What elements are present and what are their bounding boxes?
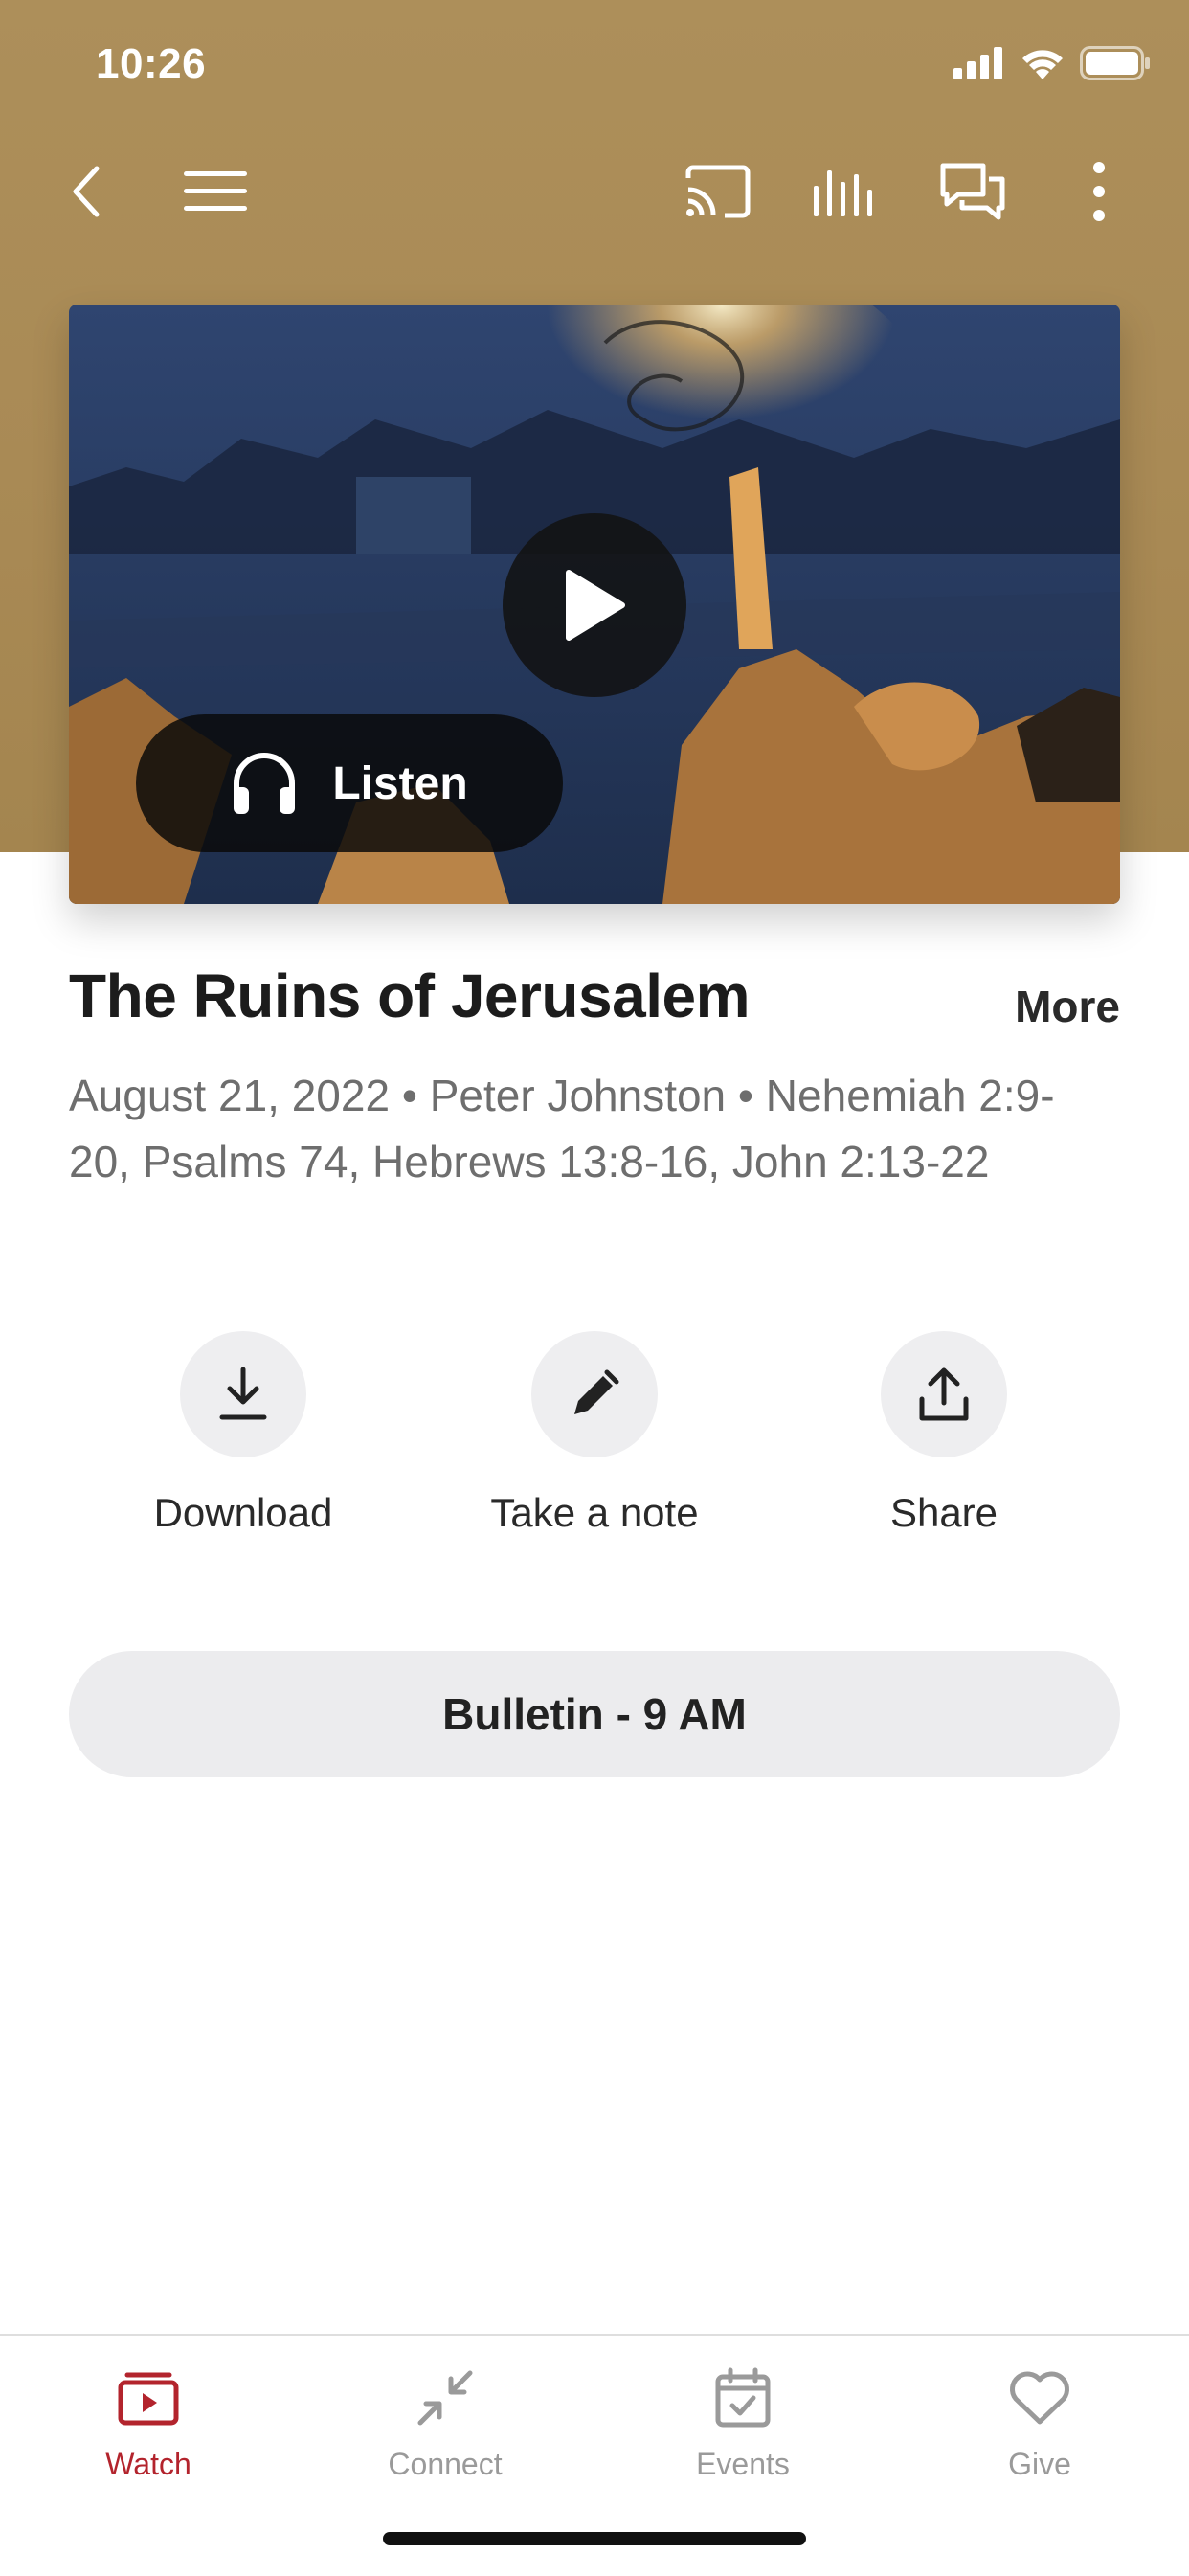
more-options-button[interactable] xyxy=(1051,144,1147,239)
tab-give-label: Give xyxy=(1008,2447,1071,2481)
audio-bars-icon xyxy=(814,170,872,216)
chat-button[interactable] xyxy=(925,144,1021,239)
wifi-icon xyxy=(1022,50,1063,79)
bulletin-button[interactable]: Bulletin - 9 AM xyxy=(69,1651,1120,1777)
tab-events-label: Events xyxy=(696,2447,790,2481)
share-action[interactable]: Share xyxy=(800,1331,1088,1536)
audio-button[interactable] xyxy=(797,144,893,239)
menu-button[interactable] xyxy=(168,144,263,239)
play-button[interactable] xyxy=(503,513,686,697)
status-time: 10:26 xyxy=(96,40,207,87)
play-icon xyxy=(566,570,625,641)
top-toolbar xyxy=(0,144,1189,239)
more-vertical-icon xyxy=(1093,162,1105,221)
menu-icon xyxy=(184,171,247,211)
status-bar: 10:26 xyxy=(0,0,1189,134)
headphones-icon xyxy=(234,753,296,814)
connect-icon xyxy=(417,2370,473,2426)
cast-button[interactable] xyxy=(670,144,766,239)
share-circle xyxy=(881,1331,1007,1457)
tab-give[interactable]: Give xyxy=(934,2355,1145,2482)
download-circle xyxy=(180,1331,306,1457)
tab-events[interactable]: Events xyxy=(638,2355,848,2482)
listen-label: Listen xyxy=(332,757,468,809)
chat-icon xyxy=(940,163,1005,220)
calendar-icon-wrap xyxy=(638,2355,848,2441)
cast-icon xyxy=(685,165,751,218)
connect-icon-wrap xyxy=(340,2355,550,2441)
tab-watch-label: Watch xyxy=(105,2447,191,2481)
back-button[interactable] xyxy=(40,144,136,239)
download-action[interactable]: Download xyxy=(100,1331,387,1536)
share-label: Share xyxy=(889,1490,998,1535)
tab-connect[interactable]: Connect xyxy=(340,2355,550,2482)
sermon-meta: August 21, 2022 • Peter Johnston • Nehem… xyxy=(69,1071,1055,1186)
tab-watch[interactable]: Watch xyxy=(43,2355,254,2482)
listen-button[interactable]: Listen xyxy=(136,714,563,852)
sermon-artwork-card[interactable]: Listen xyxy=(69,305,1120,904)
take-note-action[interactable]: Take a note xyxy=(451,1331,738,1536)
watch-icon-wrap xyxy=(43,2355,254,2441)
signal-icon xyxy=(953,47,1002,79)
take-note-label: Take a note xyxy=(490,1490,699,1535)
back-icon xyxy=(73,166,100,217)
status-icons xyxy=(953,46,1151,80)
sermon-title: The Ruins of Jerusalem xyxy=(69,961,750,1030)
calendar-icon xyxy=(715,2367,771,2428)
home-indicator xyxy=(383,2532,806,2545)
download-icon xyxy=(219,1367,267,1420)
battery-icon xyxy=(1080,46,1150,80)
download-label: Download xyxy=(153,1490,333,1535)
heart-icon-wrap xyxy=(934,2355,1145,2441)
heart-icon xyxy=(1010,2371,1069,2425)
more-link[interactable]: More xyxy=(1015,981,1120,1032)
watch-icon xyxy=(118,2372,179,2426)
tab-connect-label: Connect xyxy=(388,2447,503,2481)
take-note-circle xyxy=(531,1331,658,1457)
share-icon xyxy=(919,1367,969,1421)
pencil-icon xyxy=(574,1369,619,1414)
